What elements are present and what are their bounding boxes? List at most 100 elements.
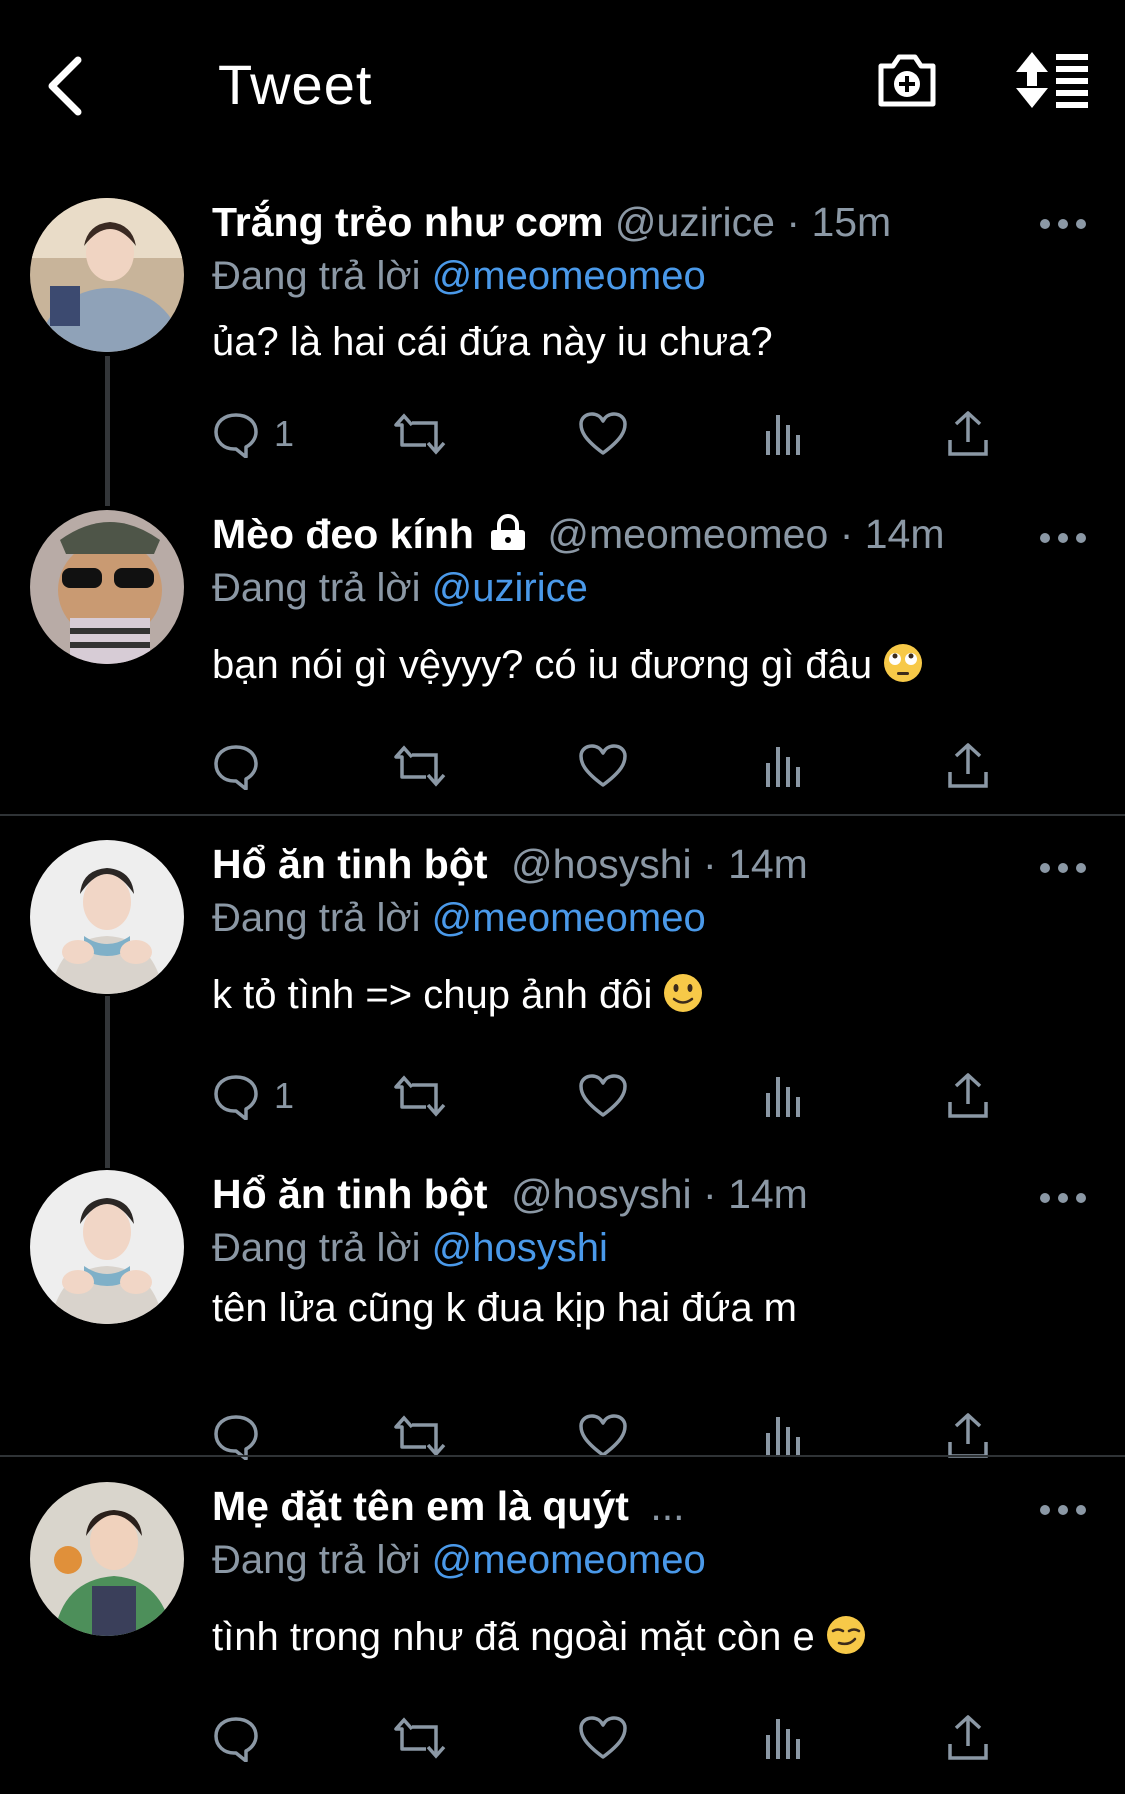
- retweet-icon: [394, 745, 446, 787]
- more-options-icon[interactable]: [1037, 528, 1089, 548]
- camera-plus-icon[interactable]: [875, 48, 939, 112]
- rolling-eyes-emoji-icon: [884, 644, 923, 682]
- retweet-icon: [394, 1075, 446, 1117]
- avatar[interactable]: [30, 198, 184, 352]
- reply-button[interactable]: [212, 1708, 274, 1768]
- reply-prefix: Đang trả lời: [212, 566, 421, 610]
- retweet-button[interactable]: [392, 736, 448, 796]
- share-icon: [948, 743, 988, 788]
- like-button[interactable]: [578, 1406, 628, 1466]
- views-button[interactable]: [764, 404, 804, 464]
- avatar[interactable]: [30, 1482, 184, 1636]
- analytics-icon: [766, 415, 800, 455]
- tweet-text: ủa? là hai cái đứa này iu chưa?: [212, 320, 773, 364]
- reply-icon: [214, 1075, 258, 1120]
- more-options-icon[interactable]: [1037, 858, 1089, 878]
- more-options-icon[interactable]: [1037, 214, 1089, 234]
- reply-icon: [214, 1415, 258, 1460]
- more-options-icon[interactable]: [1037, 1500, 1089, 1520]
- retweet-button[interactable]: [392, 1406, 448, 1466]
- separator-dot: ·: [786, 199, 801, 245]
- reply-button[interactable]: [212, 736, 274, 796]
- display-name[interactable]: Mẹ đặt tên em là quýt: [212, 1483, 629, 1529]
- share-button[interactable]: [946, 1406, 990, 1466]
- reply-icon: [214, 745, 258, 790]
- tweet-text: bạn nói gì vệyyy? có iu đương gì đâu: [212, 643, 873, 687]
- retweet-icon: [394, 1717, 446, 1759]
- share-icon: [948, 1073, 988, 1118]
- views-button[interactable]: [764, 1708, 804, 1768]
- retweet-button[interactable]: [392, 1708, 448, 1768]
- timestamp[interactable]: 14m: [728, 841, 808, 887]
- share-icon: [948, 1413, 988, 1458]
- action-bar: [212, 736, 1012, 796]
- display-name[interactable]: Mèo đeo kính: [212, 511, 474, 557]
- views-button[interactable]: [764, 1066, 804, 1126]
- action-bar: [212, 1708, 1012, 1768]
- timestamp[interactable]: 14m: [865, 511, 945, 557]
- retweet-button[interactable]: [392, 1066, 448, 1126]
- reply-prefix: Đang trả lời: [212, 254, 421, 298]
- retweet-icon: [394, 1415, 446, 1457]
- reply-button[interactable]: 1: [212, 1066, 294, 1126]
- reply-mention[interactable]: @meomeomeo: [432, 1538, 706, 1582]
- tweet[interactable]: Trắng trẻo như cơm @uzirice · 15m Đang t…: [0, 198, 1125, 468]
- tweet-divider: [0, 1455, 1125, 1457]
- reply-icon: [214, 413, 258, 458]
- reply-button[interactable]: [212, 1406, 274, 1466]
- analytics-icon: [766, 1719, 800, 1759]
- tweet-divider: [0, 814, 1125, 816]
- like-button[interactable]: [578, 1708, 628, 1768]
- like-button[interactable]: [578, 404, 628, 464]
- like-button[interactable]: [578, 1066, 628, 1126]
- tweet[interactable]: Hổ ăn tinh bột @hosyshi · 14m Đang trả l…: [0, 840, 1125, 1120]
- user-handle[interactable]: @uzirice: [615, 199, 775, 245]
- avatar[interactable]: [30, 510, 184, 664]
- analytics-icon: [766, 1077, 800, 1117]
- share-icon: [948, 411, 988, 456]
- heart-icon: [579, 1074, 627, 1117]
- display-name[interactable]: Hổ ăn tinh bột: [212, 1171, 488, 1217]
- tweet[interactable]: Mèo đeo kính @meomeomeo · 14m Đang trả l…: [0, 510, 1125, 792]
- like-button[interactable]: [578, 736, 628, 796]
- share-button[interactable]: [946, 1066, 990, 1126]
- analytics-icon: [766, 1417, 800, 1457]
- reply-mention[interactable]: @meomeomeo: [432, 896, 706, 940]
- separator-dot: ·: [839, 511, 854, 557]
- display-name[interactable]: Hổ ăn tinh bột: [212, 841, 488, 887]
- timestamp[interactable]: 15m: [811, 199, 891, 245]
- user-handle[interactable]: @meomeomeo: [547, 511, 828, 557]
- views-button[interactable]: [764, 736, 804, 796]
- sort-replies-icon[interactable]: [1014, 48, 1090, 112]
- tweet-text: tên lửa cũng k đua kịp hai đứa m: [212, 1286, 797, 1330]
- back-arrow-icon[interactable]: [40, 52, 92, 120]
- reply-mention[interactable]: @meomeomeo: [432, 254, 706, 298]
- avatar[interactable]: [30, 840, 184, 994]
- heart-icon: [579, 412, 627, 455]
- share-button[interactable]: [946, 404, 990, 464]
- heart-icon: [579, 744, 627, 787]
- share-button[interactable]: [946, 1708, 990, 1768]
- avatar[interactable]: [30, 1170, 184, 1324]
- user-handle[interactable]: @hosyshi: [511, 841, 692, 887]
- reply-mention[interactable]: @uzirice: [432, 566, 588, 610]
- display-name[interactable]: Trắng trẻo như cơm: [212, 199, 603, 245]
- share-button[interactable]: [946, 736, 990, 796]
- heart-icon: [579, 1716, 627, 1759]
- separator-dot: ·: [703, 841, 717, 887]
- more-options-icon[interactable]: [1037, 1188, 1089, 1208]
- views-button[interactable]: [764, 1406, 804, 1466]
- top-bar: Tweet: [0, 0, 1125, 170]
- reply-icon: [214, 1717, 258, 1762]
- analytics-icon: [766, 747, 800, 787]
- reply-button[interactable]: 1: [212, 404, 294, 464]
- lock-icon: [490, 514, 525, 550]
- tweet[interactable]: Mẹ đặt tên em là quýt ... Đang trả lời @…: [0, 1482, 1125, 1782]
- timestamp[interactable]: 14m: [728, 1171, 808, 1217]
- tweet[interactable]: Hổ ăn tinh bột @hosyshi · 14m Đang trả l…: [0, 1170, 1125, 1460]
- share-icon: [948, 1715, 988, 1760]
- tweet-text: tình trong như đã ngoài mặt còn e: [212, 1615, 815, 1659]
- reply-mention[interactable]: @hosyshi: [432, 1226, 608, 1270]
- user-handle[interactable]: @hosyshi: [511, 1171, 692, 1217]
- retweet-button[interactable]: [392, 404, 448, 464]
